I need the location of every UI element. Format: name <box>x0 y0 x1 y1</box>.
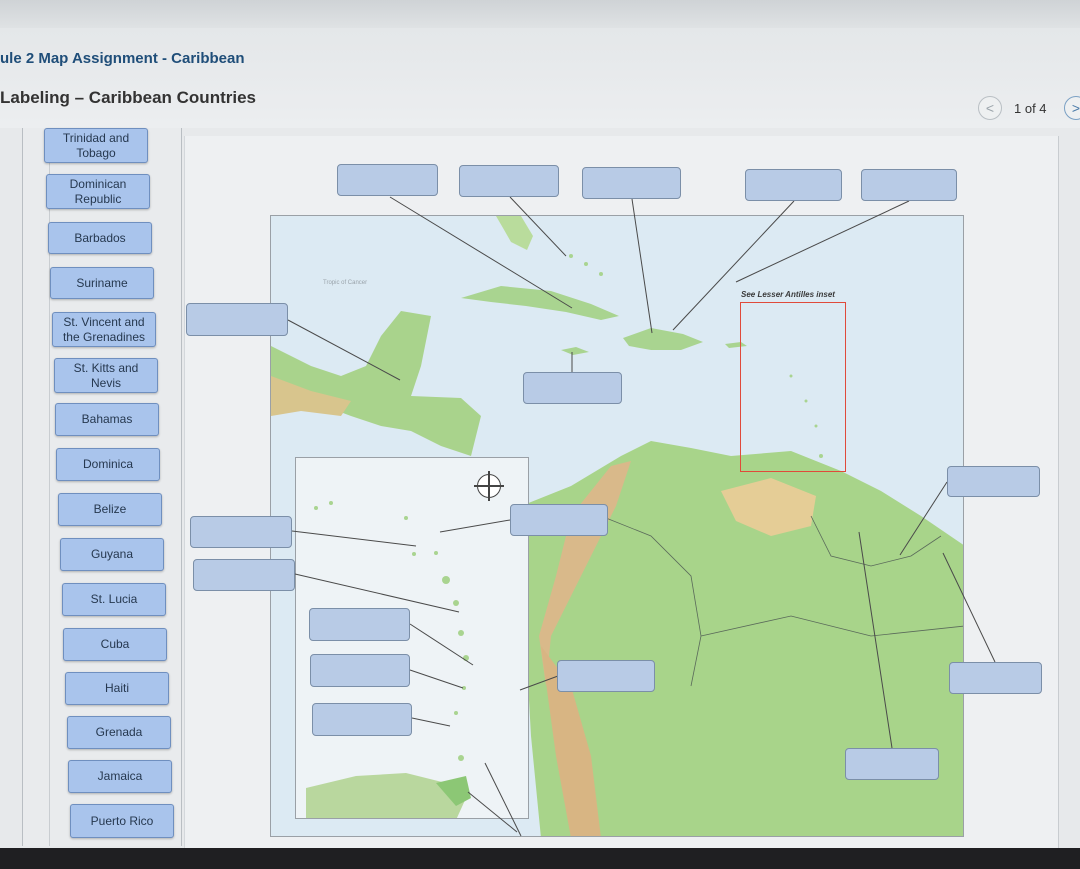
screen-bezel <box>0 848 1080 869</box>
label-chip-puerto-rico[interactable]: Puerto Rico <box>70 804 174 838</box>
label-chip-belize[interactable]: Belize <box>58 493 162 526</box>
label-chip-dominica[interactable]: Dominica <box>56 448 160 481</box>
page-title: Labeling – Caribbean Countries <box>0 88 256 107</box>
tropic-label: Tropic of Cancer <box>323 280 367 286</box>
drop-target-16[interactable] <box>312 703 412 736</box>
label-chip-haiti[interactable]: Haiti <box>65 672 169 705</box>
drop-target-1[interactable] <box>337 164 438 196</box>
drop-target-2[interactable] <box>459 165 559 197</box>
drop-target-4[interactable] <box>745 169 842 201</box>
previous-page-button[interactable]: < <box>978 96 1002 120</box>
drop-target-7[interactable] <box>523 372 622 404</box>
drop-target-14[interactable] <box>557 660 655 692</box>
label-chip-grenada[interactable]: Grenada <box>67 716 171 749</box>
drop-target-17[interactable] <box>845 748 939 780</box>
lesser-antilles-inset-label: See Lesser Antilles inset <box>741 290 835 299</box>
drop-target-6[interactable] <box>186 303 288 336</box>
lesser-antilles-inset-marker <box>740 302 846 472</box>
browser-top-strip <box>0 0 1080 28</box>
drop-target-5[interactable] <box>861 169 957 201</box>
drop-target-8[interactable] <box>947 466 1040 497</box>
label-chip-barbados[interactable]: Barbados <box>48 222 152 254</box>
drop-target-11[interactable] <box>193 559 295 591</box>
label-chip-st-kitts-and-nevis[interactable]: St. Kitts and Nevis <box>54 358 158 393</box>
drop-target-15[interactable] <box>949 662 1042 694</box>
header <box>0 28 1080 128</box>
label-chip-st-vincent-and-the-grenadines[interactable]: St. Vincent and the Grenadines <box>52 312 156 347</box>
label-chip-suriname[interactable]: Suriname <box>50 267 154 299</box>
label-chip-trinidad-and-tobago[interactable]: Trinidad and Tobago <box>44 128 148 163</box>
label-chip-st-lucia[interactable]: St. Lucia <box>62 583 166 616</box>
drop-target-10[interactable] <box>190 516 292 548</box>
label-chip-jamaica[interactable]: Jamaica <box>68 760 172 793</box>
drop-target-13[interactable] <box>310 654 410 687</box>
compass-rose-icon <box>474 471 504 501</box>
module-title: ule 2 Map Assignment - Caribbean <box>0 50 245 67</box>
page-indicator: 1 of 4 <box>1014 101 1047 116</box>
drop-target-3[interactable] <box>582 167 681 199</box>
drop-target-12[interactable] <box>309 608 410 641</box>
label-chip-dominican-republic[interactable]: Dominican Republic <box>46 174 150 209</box>
label-chip-guyana[interactable]: Guyana <box>60 538 164 571</box>
label-chip-cuba[interactable]: Cuba <box>63 628 167 661</box>
drop-target-9[interactable] <box>510 504 608 536</box>
label-chip-bahamas[interactable]: Bahamas <box>55 403 159 436</box>
